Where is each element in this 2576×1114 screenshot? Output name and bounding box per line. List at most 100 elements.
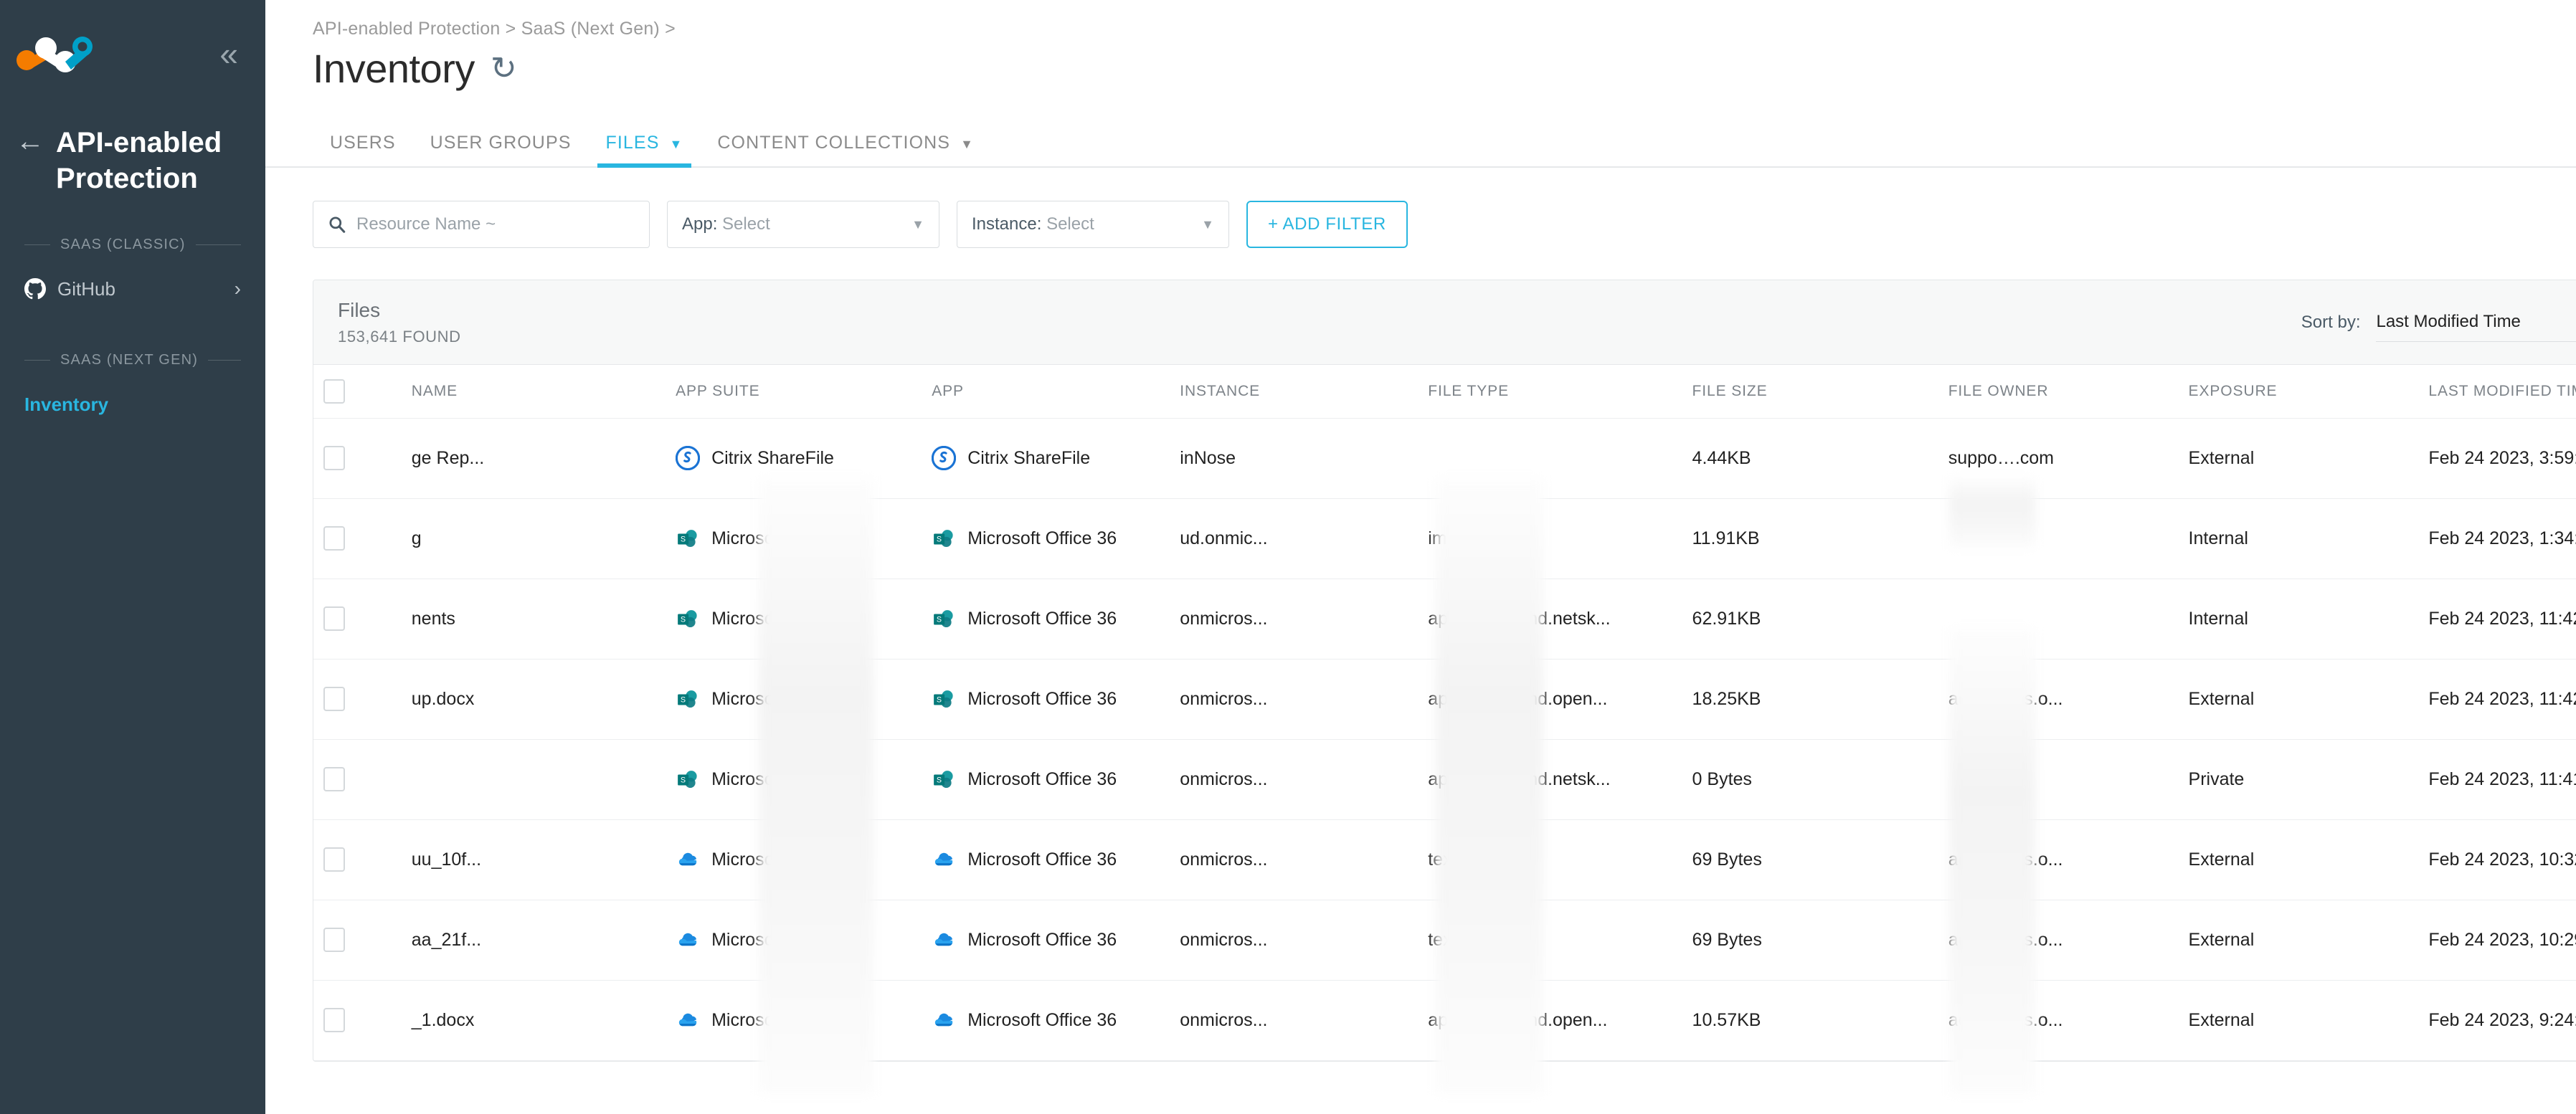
table-row[interactable]: ge Rep... Citrix ShareFile Citrix ShareFil… xyxy=(313,418,2576,499)
instance-filter-value: Select xyxy=(1046,214,1094,234)
cell-name: nents xyxy=(401,579,666,660)
cell-file-type: image/jpeg xyxy=(1418,498,1682,579)
cell-file-size: 18.25KB xyxy=(1682,659,1938,740)
breadcrumb[interactable]: API-enabled Protection > SaaS (Next Gen)… xyxy=(265,0,2576,39)
cell-name xyxy=(401,739,666,820)
cell-file-type: application/vnd.open... xyxy=(1418,659,1682,740)
tab-files[interactable]: FILES ▼ xyxy=(589,133,701,168)
cell-app-suite: S Microsoft Office 36 xyxy=(666,659,922,740)
col-header-instance[interactable]: INSTANCE xyxy=(1170,365,1419,419)
refresh-icon[interactable]: ↻ xyxy=(491,52,517,85)
table-row[interactable]: _1.docx Microsoft Office 36 Microsoft Offi… xyxy=(313,980,2576,1061)
tab-content-collections[interactable]: CONTENT COLLECTIONS ▼ xyxy=(700,133,991,166)
row-select-cell xyxy=(313,819,402,900)
citrix-sharefile-icon xyxy=(676,446,701,470)
col-header-name[interactable]: NAME xyxy=(401,365,666,419)
sidebar-top: « xyxy=(0,0,265,108)
col-header-exposure[interactable]: EXPOSURE xyxy=(2178,365,2419,419)
select-all-checkbox[interactable] xyxy=(323,379,345,404)
cell-last-modified: Feb 24 2023, 11:42:35 . xyxy=(2418,579,2576,660)
cell-instance: inNose xyxy=(1170,418,1419,499)
table-row[interactable]: g S Microsoft Office 36 S Microsoft Office 3… xyxy=(313,498,2576,579)
row-select-cell xyxy=(313,900,402,981)
sidebar-item-inventory[interactable]: Inventory xyxy=(0,381,265,427)
row-select-cell xyxy=(313,739,402,820)
sidebar-item-github[interactable]: GitHub › xyxy=(0,266,265,312)
chevron-down-icon[interactable]: ▼ xyxy=(669,135,683,153)
filter-bar: Resource Name ~ App: Select ▼ Instance: … xyxy=(265,168,2576,248)
sidebar-item-label: Inventory xyxy=(24,393,109,415)
cell-app-suite: Citrix ShareFile xyxy=(666,418,922,499)
app-label: Citrix ShareFile xyxy=(967,447,1091,468)
row-checkbox[interactable] xyxy=(323,767,345,791)
cell-file-owner: suppo….com xyxy=(1938,418,2179,499)
tab-label: USER GROUPS xyxy=(430,133,572,153)
add-filter-button[interactable]: + ADD FILTER xyxy=(1246,201,1408,248)
app-label: Microsoft Office 36 xyxy=(967,1009,1117,1030)
cell-app: S Microsoft Office 36 xyxy=(922,659,1170,740)
cell-instance: onmicros... xyxy=(1170,819,1419,900)
collapse-sidebar-icon[interactable]: « xyxy=(219,37,237,70)
cell-app-suite: S Microsoft Office 36 xyxy=(666,579,922,660)
sharepoint-icon: S xyxy=(678,610,697,628)
col-header-last-modified-time[interactable]: LAST MODIFIED TIME ▲▼ xyxy=(2418,365,2576,419)
col-header-file-size[interactable]: FILE SIZE xyxy=(1682,365,1938,419)
table-row[interactable]: up.docx S Microsoft Office 36 S Microsoft Of… xyxy=(313,659,2576,740)
col-header-app[interactable]: APP xyxy=(922,365,1170,419)
page-header: Inventory ↻ xyxy=(265,39,2576,92)
row-select-cell xyxy=(313,659,402,740)
back-arrow-icon[interactable]: ← xyxy=(16,125,44,158)
row-checkbox[interactable] xyxy=(323,687,345,711)
chevron-down-icon[interactable]: ▼ xyxy=(960,135,974,153)
row-checkbox[interactable] xyxy=(323,1008,345,1032)
search-input-placeholder: Resource Name ~ xyxy=(356,214,496,234)
tab-users[interactable]: USERS xyxy=(313,133,413,166)
cell-file-type: text/plain xyxy=(1418,819,1682,900)
files-table-body: ge Rep... Citrix ShareFile Citrix ShareFil… xyxy=(313,418,2576,1061)
cell-instance: onmicros... xyxy=(1170,579,1419,660)
row-checkbox[interactable] xyxy=(323,526,345,551)
cell-instance: onmicros... xyxy=(1170,980,1419,1061)
files-card: Files 153,641 FOUND Sort by: Last Modifi… xyxy=(313,280,2576,1062)
sidebar-item-label: GitHub xyxy=(57,277,115,300)
cell-app-suite: S Microsoft Office 36 xyxy=(666,498,922,579)
chevron-down-icon: ▼ xyxy=(911,216,924,232)
cell-last-modified: Feb 24 2023, 11:41:55 . xyxy=(2418,739,2576,820)
col-header-file-owner[interactable]: FILE OWNER xyxy=(1938,365,2179,419)
row-checkbox[interactable] xyxy=(323,446,345,470)
sidebar: « ← API-enabled Protection SAAS (CLASSIC… xyxy=(0,0,265,1114)
table-row[interactable]: S Microsoft Office 36 S Microsoft Office 36… xyxy=(313,739,2576,820)
svg-text:S: S xyxy=(937,535,942,544)
app-suite-label: Microsoft Office 36 xyxy=(711,608,861,629)
cell-name: ge Rep... xyxy=(401,418,666,499)
app-label: Microsoft Office 36 xyxy=(967,528,1117,548)
cell-app-suite: Microsoft Office 36 xyxy=(666,819,922,900)
section-rule-right xyxy=(195,244,241,245)
cell-name: g xyxy=(401,498,666,579)
table-row[interactable]: uu_10f... Microsoft Office 36 Microsoft Of… xyxy=(313,819,2576,900)
cell-name: up.docx xyxy=(401,659,666,740)
resource-name-search[interactable]: Resource Name ~ xyxy=(313,201,650,248)
sidebar-title: API-enabled Protection xyxy=(56,127,222,194)
instance-filter-select[interactable]: Instance: Select ▼ xyxy=(957,201,1229,248)
row-checkbox[interactable] xyxy=(323,928,345,952)
row-select-cell xyxy=(313,498,402,579)
row-checkbox[interactable] xyxy=(323,606,345,631)
cell-last-modified: Feb 24 2023, 9:24:56 A xyxy=(2418,980,2576,1061)
sort-by-select[interactable]: Last Modified Time ▼ xyxy=(2376,303,2576,342)
col-header-app-suite[interactable]: APP SUITE xyxy=(666,365,922,419)
sharepoint-icon: S xyxy=(934,530,953,548)
col-header-file-type[interactable]: FILE TYPE xyxy=(1418,365,1682,419)
table-row[interactable]: aa_21f... Microsoft Office 36 Microsoft Of… xyxy=(313,900,2576,981)
cell-exposure: Internal xyxy=(2178,498,2419,579)
table-row[interactable]: nents S Microsoft Office 36 S Microsoft Offi… xyxy=(313,579,2576,660)
sharepoint-icon: S xyxy=(934,771,953,789)
cell-name: aa_21f... xyxy=(401,900,666,981)
app-filter-select[interactable]: App: Select ▼ xyxy=(667,201,939,248)
row-checkbox[interactable] xyxy=(323,847,345,872)
cell-instance: onmicros... xyxy=(1170,739,1419,820)
tab-user-groups[interactable]: USER GROUPS xyxy=(413,133,589,166)
sidebar-header[interactable]: ← API-enabled Protection xyxy=(0,108,265,196)
cell-file-size: 69 Bytes xyxy=(1682,900,1938,981)
svg-text:S: S xyxy=(937,616,942,624)
